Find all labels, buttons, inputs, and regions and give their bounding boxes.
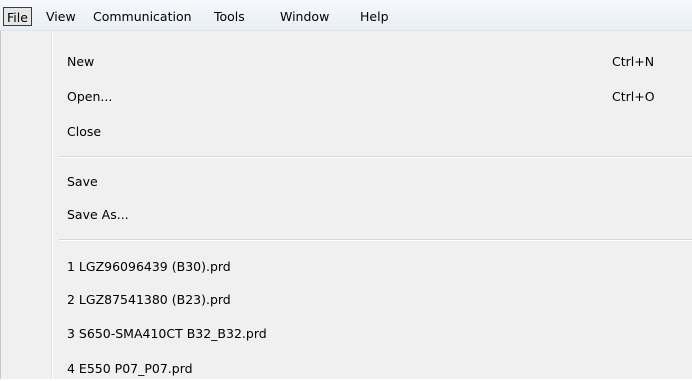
menu-communication[interactable]: Communication — [93, 8, 192, 26]
menu-view[interactable]: View — [46, 8, 76, 26]
menu-separator — [59, 156, 692, 158]
menu-item-save[interactable]: Save — [1, 169, 692, 194]
menu-item-open-label: Open... — [67, 89, 113, 104]
menu-item-recent-2[interactable]: 2 LGZ87541380 (B23).prd — [1, 287, 692, 312]
menu-item-new-label: New — [67, 54, 95, 69]
menu-item-close[interactable]: Close — [1, 119, 692, 144]
menu-item-open[interactable]: Open... Ctrl+O — [1, 84, 692, 109]
menu-file[interactable]: File — [3, 7, 32, 26]
menu-item-new[interactable]: New Ctrl+N — [1, 49, 692, 74]
menu-separator — [59, 239, 692, 241]
menu-item-recent-4[interactable]: 4 E550 P07_P07.prd — [1, 356, 692, 381]
menu-window[interactable]: Window — [280, 8, 329, 26]
menu-item-open-shortcut: Ctrl+O — [612, 89, 655, 104]
recent-file-label: 1 LGZ96096439 (B30).prd — [67, 259, 231, 274]
menu-item-save-label: Save — [67, 174, 98, 189]
file-dropdown-menu: New Ctrl+N Open... Ctrl+O Close Save Sav… — [0, 31, 692, 379]
recent-file-label: 4 E550 P07_P07.prd — [67, 361, 193, 376]
menu-item-new-shortcut: Ctrl+N — [612, 54, 655, 69]
menu-bar: File View Communication Tools Window Hel… — [0, 0, 692, 31]
menu-item-save-as[interactable]: Save As... — [1, 202, 692, 227]
menu-item-close-label: Close — [67, 124, 102, 139]
menu-item-save-as-label: Save As... — [67, 207, 129, 222]
recent-file-label: 2 LGZ87541380 (B23).prd — [67, 292, 231, 307]
menu-help[interactable]: Help — [360, 8, 389, 26]
menu-tools[interactable]: Tools — [214, 8, 245, 26]
recent-file-label: 3 S650-SMA410CT B32_B32.prd — [67, 326, 267, 341]
menu-item-recent-3[interactable]: 3 S650-SMA410CT B32_B32.prd — [1, 321, 692, 346]
menu-item-recent-1[interactable]: 1 LGZ96096439 (B30).prd — [1, 254, 692, 279]
